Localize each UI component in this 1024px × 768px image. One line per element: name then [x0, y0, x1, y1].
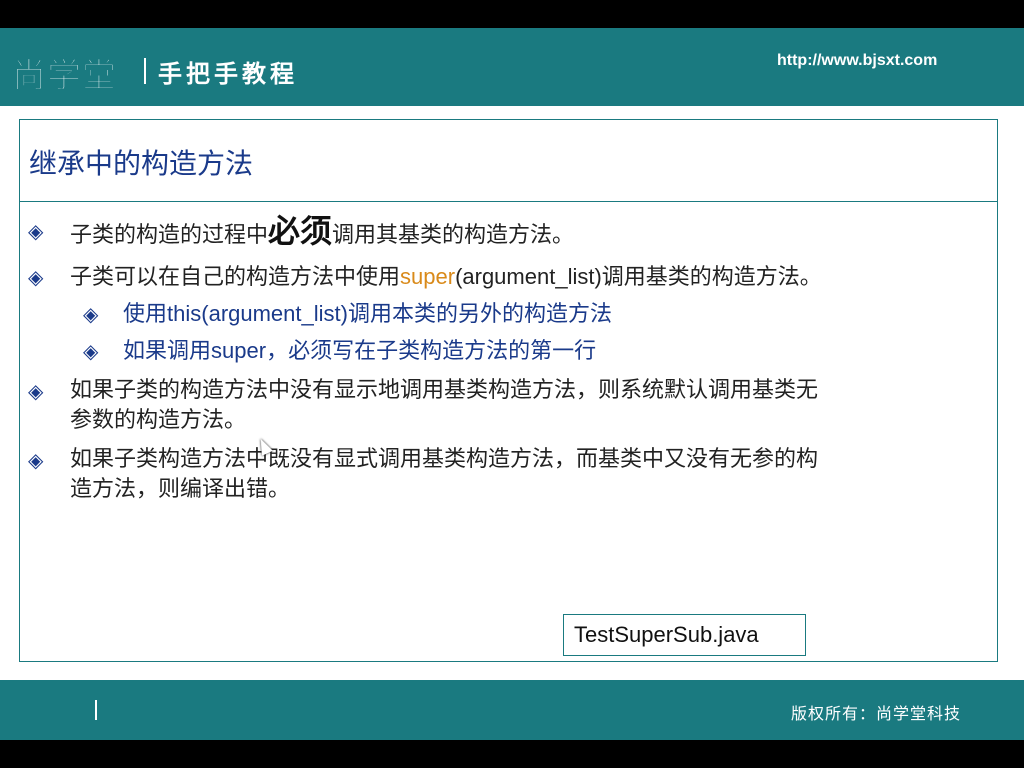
header-bar: 尚学堂 手把手教程 http://www.bjsxt.com — [0, 28, 1024, 106]
file-label: TestSuperSub.java — [563, 614, 806, 656]
brand-logo: 尚学堂 — [12, 56, 117, 97]
bullet-3-line-1: 如果子类的构造方法中没有显示地调用基类构造方法，则系统默认调用基类无 — [70, 378, 819, 403]
sub-bullet-2-keyword: super — [211, 338, 267, 363]
diamond-bullet-icon: ◈ — [28, 219, 44, 243]
bullet-2: ◈ 子类可以在自己的构造方法中使用super(argument_list)调用基… — [28, 262, 822, 293]
bullet-3: ◈ 如果子类的构造方法中没有显示地调用基类构造方法，则系统默认调用基类无 参数的… — [28, 376, 819, 436]
slide: 尚学堂 手把手教程 http://www.bjsxt.com 继承中的构造方法 … — [0, 28, 1024, 740]
bullet-2-post: (argument_list)调用基类的构造方法。 — [455, 264, 822, 289]
bullet-2-keyword: super — [400, 264, 456, 289]
diamond-bullet-icon: ◈ — [83, 302, 99, 326]
footer-copyright: 版权所有：尚学堂科技 — [791, 704, 962, 723]
bullet-4-line-1: 如果子类构造方法中既没有显式调用基类构造方法，而基类中又没有无参的构 — [70, 447, 819, 472]
footer-divider — [95, 700, 97, 720]
bullet-1-pre: 子类的构造的过程中 — [70, 223, 269, 248]
header-divider — [144, 58, 146, 84]
title-row: 继承中的构造方法 — [20, 120, 997, 202]
bullet-2-pre: 子类可以在自己的构造方法中使用 — [70, 265, 401, 290]
header-subtitle: 手把手教程 — [158, 60, 298, 88]
diamond-bullet-icon: ◈ — [28, 448, 44, 472]
content-box: 继承中的构造方法 ◈ 子类的构造的过程中必须调用其基类的构造方法。 ◈ 子类可以… — [19, 119, 998, 662]
bullet-1-emphasis: 必须 — [268, 212, 333, 250]
sub-bullet-2-pre: 如果调用 — [123, 339, 212, 364]
sub-bullet-1-keyword: this(argument_list) — [167, 301, 348, 326]
sub-bullet-2: ◈ 如果调用super，必须写在子类构造方法的第一行 — [83, 336, 597, 367]
bullet-4-line-2: 造方法，则编译出错。 — [70, 477, 291, 502]
bullet-3-line-2: 参数的构造方法。 — [70, 408, 247, 433]
footer-bar: 版权所有：尚学堂科技 — [0, 680, 1024, 740]
bullet-1: ◈ 子类的构造的过程中必须调用其基类的构造方法。 — [28, 215, 575, 251]
sub-bullet-1-post: 调用本类的另外的构造方法 — [347, 302, 612, 327]
bullet-4: ◈ 如果子类构造方法中既没有显式调用基类构造方法，而基类中又没有无参的构 造方法… — [28, 445, 819, 505]
diamond-bullet-icon: ◈ — [28, 265, 44, 289]
sub-bullet-1: ◈ 使用this(argument_list)调用本类的另外的构造方法 — [83, 299, 612, 330]
diamond-bullet-icon: ◈ — [28, 379, 44, 403]
sub-bullet-1-pre: 使用 — [123, 302, 168, 327]
slide-title: 继承中的构造方法 — [29, 147, 254, 180]
bullet-1-post: 调用其基类的构造方法。 — [332, 223, 575, 248]
header-url: http://www.bjsxt.com — [777, 52, 938, 69]
diamond-bullet-icon: ◈ — [83, 339, 99, 363]
sub-bullet-2-post: ，必须写在子类构造方法的第一行 — [266, 339, 597, 364]
